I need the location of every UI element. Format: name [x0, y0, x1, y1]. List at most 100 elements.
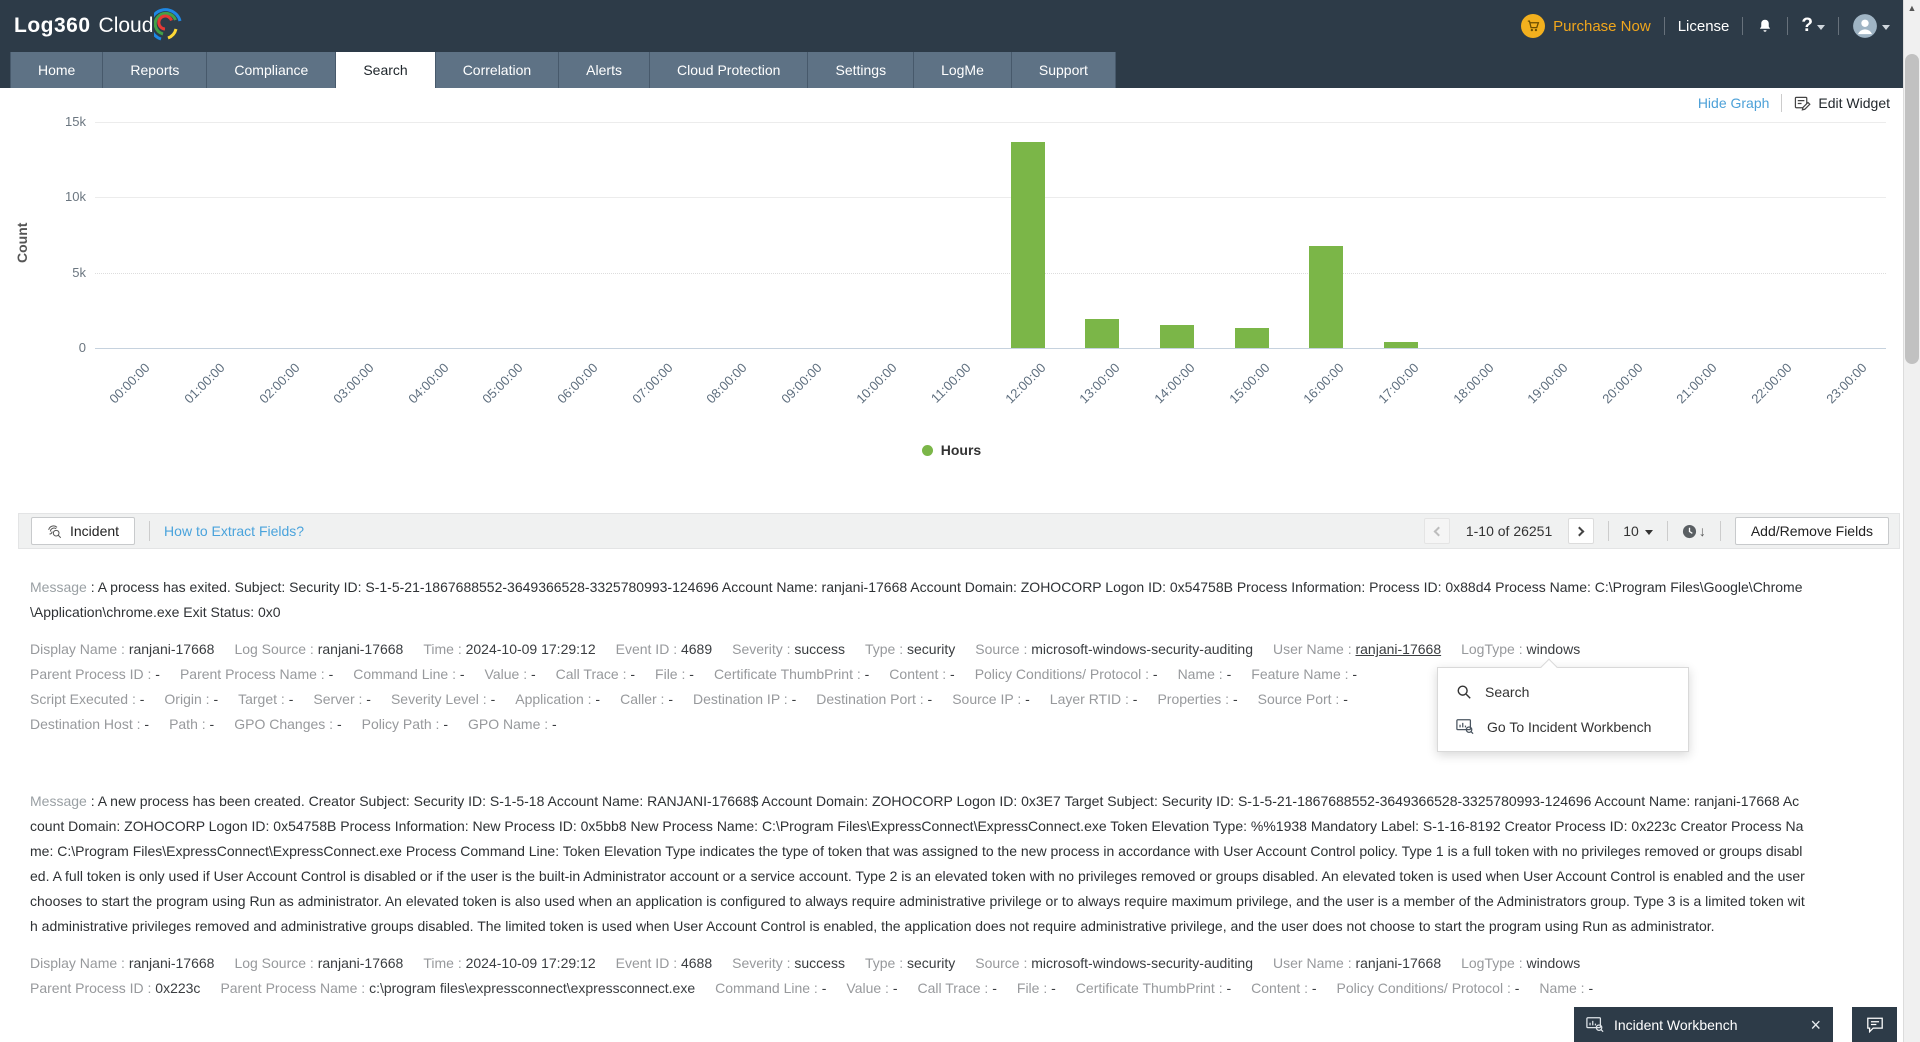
field-logtype: LogType : windows [1461, 955, 1580, 971]
tab-settings[interactable]: Settings [808, 52, 915, 88]
field-value: - [336, 716, 342, 732]
chevron-down-icon [1817, 24, 1825, 30]
legend-dot [921, 444, 933, 456]
field-script-executed: Script Executed : - [30, 691, 144, 707]
incident-fingerprint-icon [48, 524, 62, 538]
gridline [95, 348, 1886, 349]
field-value: microsoft-windows-security-auditing [1031, 641, 1254, 657]
field-value: - [1226, 666, 1232, 682]
tab-compliance[interactable]: Compliance [207, 52, 337, 88]
field-parent-process-name: Parent Process Name : c:\program files\e… [220, 980, 695, 996]
incident-label: Incident [70, 523, 120, 539]
field-label: Parent Process ID [30, 666, 144, 682]
how-to-extract-fields-link[interactable]: How to Extract Fields? [164, 523, 304, 539]
sort-by-time-button[interactable]: ↓ [1682, 523, 1706, 539]
tab-home[interactable]: Home [10, 52, 104, 88]
tab-support[interactable]: Support [1011, 52, 1116, 88]
help-menu-button[interactable]: ? [1801, 15, 1825, 37]
hide-graph-link[interactable]: Hide Graph [1698, 95, 1770, 111]
field-separator: : [1214, 666, 1227, 682]
field-name: Name : - [1178, 666, 1232, 682]
field-value: security [907, 641, 956, 657]
tab-reports[interactable]: Reports [103, 52, 208, 88]
tab-search[interactable]: Search [336, 52, 436, 88]
field-value: - [1132, 691, 1138, 707]
field-value: ranjani-17668 [128, 641, 215, 657]
record-message: Message : A new process has been created… [30, 793, 1805, 934]
scrollbar-thumb[interactable] [1905, 54, 1919, 364]
field-separator: : [1019, 955, 1032, 971]
field-separator: : [1503, 980, 1515, 996]
field-separator: : [448, 666, 460, 682]
tab-alerts[interactable]: Alerts [559, 52, 650, 88]
field-parent-process-name: Parent Process Name : - [180, 666, 333, 682]
divider [1666, 521, 1668, 541]
tab-cloud-protection[interactable]: Cloud Protection [649, 52, 809, 88]
field-destination-port: Destination Port : - [816, 691, 932, 707]
user-menu-button[interactable] [1852, 13, 1890, 39]
field-separator: : [1141, 666, 1153, 682]
context-menu-item-search[interactable]: Search [1438, 675, 1688, 709]
workbench-close-button[interactable]: × [1802, 1016, 1821, 1034]
field-label: File [655, 666, 678, 682]
tab-correlation[interactable]: Correlation [435, 52, 560, 88]
field-value: - [443, 716, 449, 732]
field-call-trace: Call Trace : - [556, 666, 635, 682]
incident-workbench-bar[interactable]: Incident Workbench × [1574, 1007, 1833, 1042]
field-separator: : [306, 955, 318, 971]
workbench-icon [1586, 1017, 1604, 1033]
field-label: Content [1251, 980, 1301, 996]
user-name-link[interactable]: ranjani-17668 [1355, 641, 1441, 657]
feedback-chat-button[interactable] [1852, 1007, 1897, 1042]
y-axis-tick: 0 [78, 340, 86, 355]
field-value: - [213, 691, 219, 707]
bar-12:00:00 [1010, 141, 1045, 348]
field-value: - [209, 716, 215, 732]
field-separator: : [1576, 980, 1589, 996]
field-value: - [490, 691, 496, 707]
field-label: Certificate ThumbPrint [1075, 980, 1215, 996]
field-severity-level: Severity Level : - [391, 691, 495, 707]
field-label: Parent Process Name [179, 666, 317, 682]
field-logtype: LogType : windows [1461, 641, 1580, 657]
field-time: Time : 2024-10-09 17:29:12 [423, 955, 595, 971]
field-separator: : [656, 691, 669, 707]
purchase-now-button[interactable]: Purchase Now [1521, 14, 1651, 38]
vertical-scrollbar[interactable]: ▲ [1903, 0, 1920, 1042]
bar-13:00:00 [1085, 319, 1120, 348]
field-value: microsoft-windows-security-auditing [1031, 955, 1254, 971]
scrollbar-up-arrow[interactable]: ▲ [1904, 3, 1920, 13]
notifications-button[interactable] [1756, 17, 1774, 36]
tab-logme[interactable]: LogMe [914, 52, 1012, 88]
add-remove-fields-button[interactable]: Add/Remove Fields [1734, 517, 1889, 545]
field-label: Value [846, 980, 882, 996]
field-separator: : [980, 980, 993, 996]
previous-page-button[interactable] [1423, 518, 1450, 544]
edit-widget-icon [1795, 96, 1812, 111]
field-gpo-name: GPO Name : - [468, 716, 557, 732]
y-axis-tick: 10k [65, 189, 86, 205]
field-separator: : [540, 716, 553, 732]
edit-widget-button[interactable]: Edit Widget [1794, 95, 1890, 112]
field-value: 2024-10-09 17:29:12 [465, 955, 596, 971]
field-layer-rtid: Layer RTID : - [1050, 691, 1138, 707]
field-name: Name : - [1539, 980, 1593, 996]
field-value: success [794, 955, 845, 971]
field-value: - [459, 666, 465, 682]
field-value: ranjani-17668 [128, 955, 215, 971]
field-label: Origin [164, 691, 202, 707]
page-size-select[interactable]: 10 [1623, 523, 1653, 539]
field-separator: : [782, 955, 795, 971]
incident-button[interactable]: Incident [31, 517, 136, 545]
field-label: Display Name [30, 641, 118, 657]
arrow-down-icon: ↓ [1698, 523, 1706, 539]
field-label: Type [864, 955, 896, 971]
field-label: Content [889, 666, 939, 682]
next-page-button[interactable] [1568, 518, 1595, 544]
header-actions: Purchase Now License ? [1521, 13, 1890, 39]
field-label: Properties [1157, 691, 1222, 707]
context-menu-item-go-to-incident-workbench[interactable]: Go To Incident Workbench [1438, 709, 1688, 744]
divider [1608, 521, 1610, 541]
license-link[interactable]: License [1678, 18, 1730, 35]
chat-bubble-icon [1866, 1017, 1883, 1033]
